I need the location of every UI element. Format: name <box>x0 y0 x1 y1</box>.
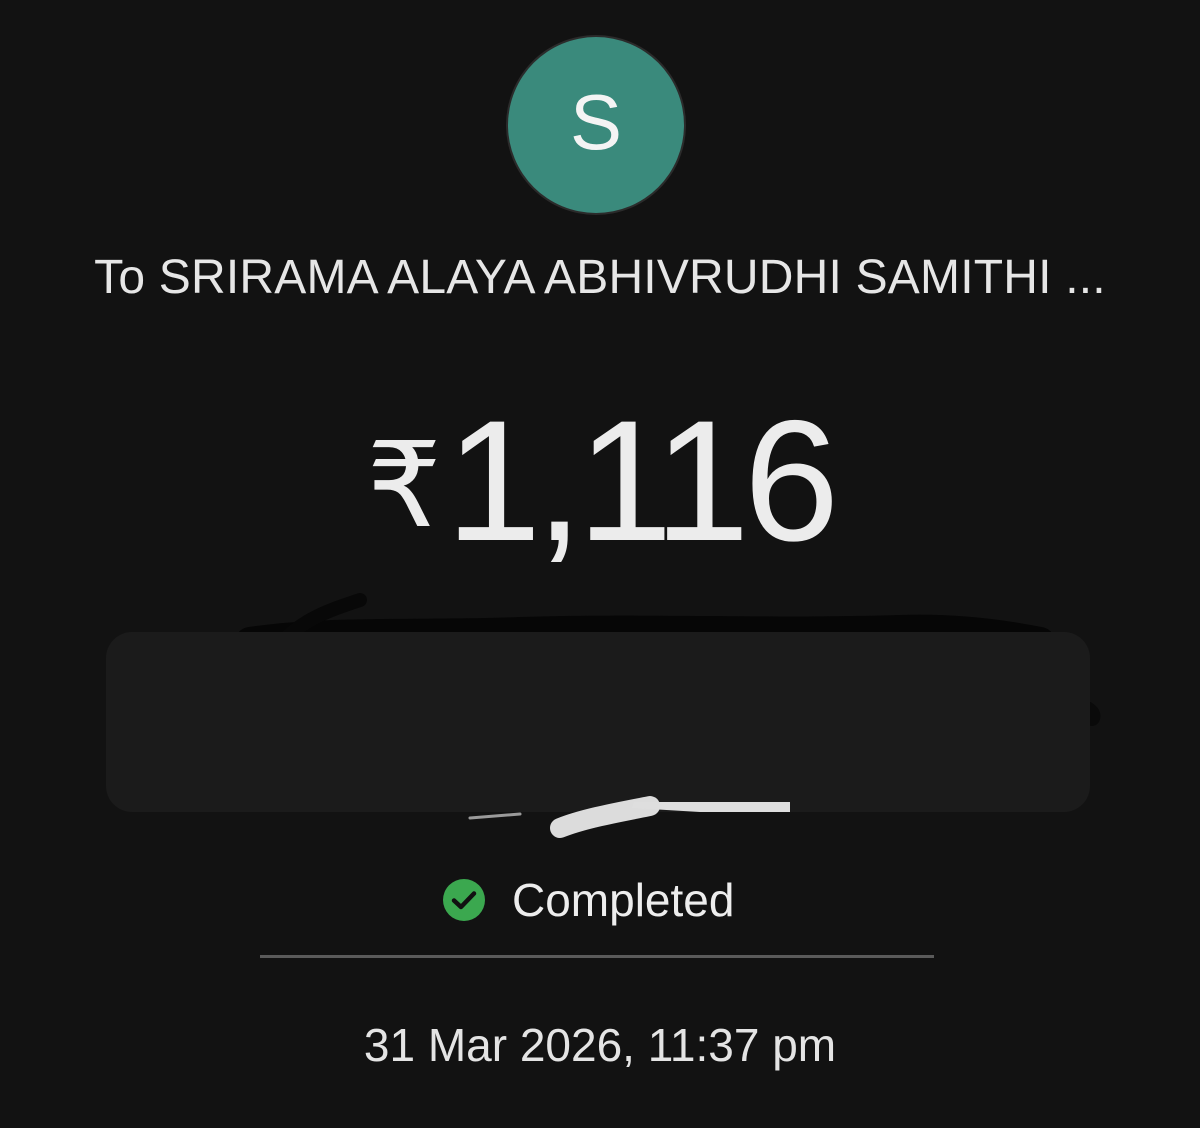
currency-symbol: ₹ <box>366 420 442 552</box>
transaction-timestamp: 31 Mar 2026, 11:37 pm <box>363 1019 837 1071</box>
divider <box>260 955 934 958</box>
check-circle-icon <box>443 879 485 921</box>
payment-status: Completed <box>442 872 734 928</box>
recipient-name: To SRIRAMA ALAYA ABHIVRUDHI SAMITHI ... <box>94 251 1106 304</box>
status-label: Completed <box>512 874 735 926</box>
payee-avatar: S <box>508 37 684 213</box>
redacted-region <box>0 580 1200 860</box>
amount-value: 1,116 <box>445 385 840 577</box>
avatar-letter: S <box>569 78 623 166</box>
redaction-strokes <box>468 796 790 838</box>
payment-amount: ₹1,116 <box>0 382 1200 580</box>
